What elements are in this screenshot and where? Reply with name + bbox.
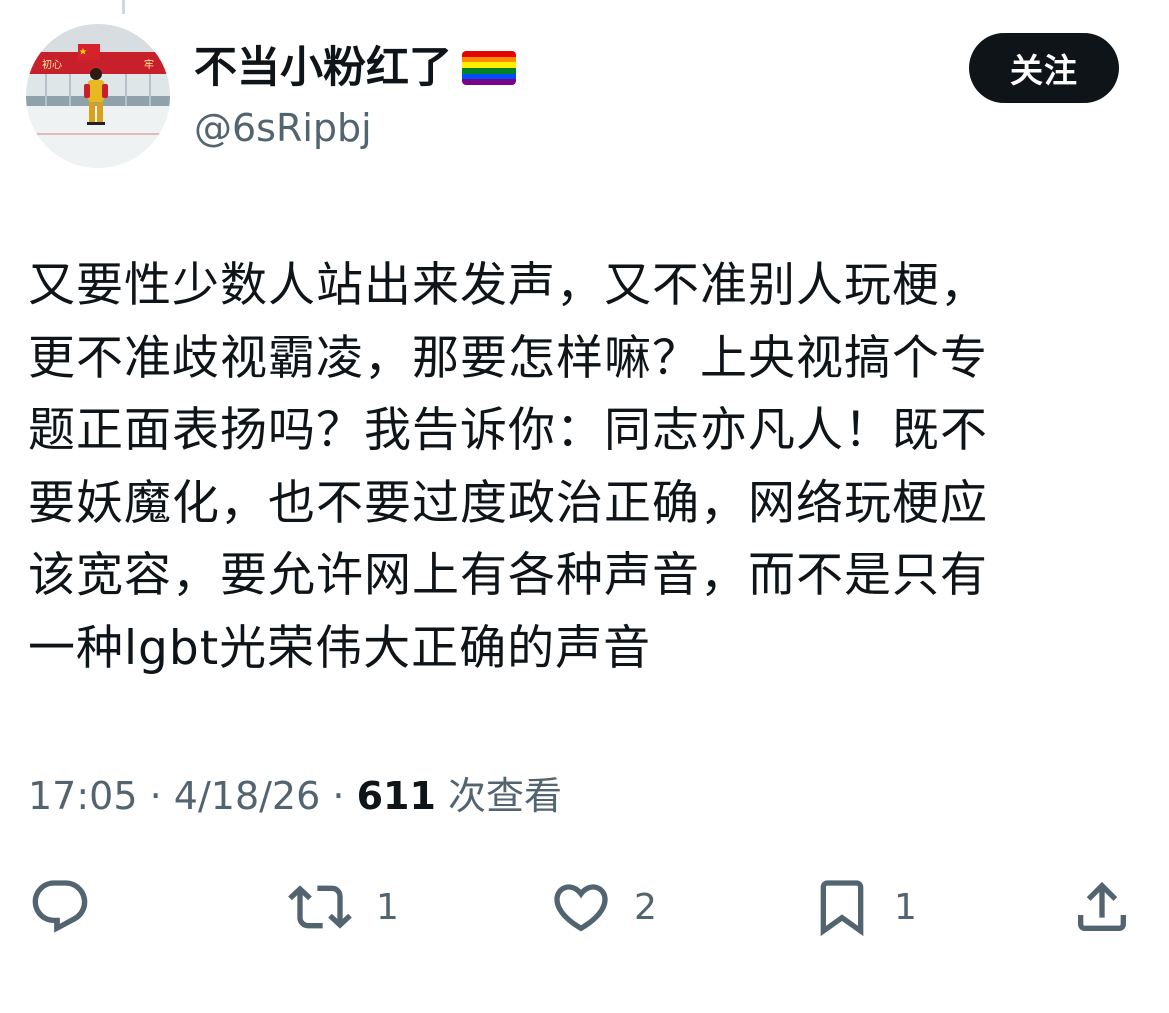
bookmark-icon — [820, 880, 864, 937]
avatar-banner-text-2: 牢 — [144, 58, 154, 71]
tweet-date[interactable]: 4/18/26 — [174, 774, 321, 818]
like-button[interactable]: 2 — [548, 872, 657, 942]
repost-button[interactable]: 1 — [284, 872, 399, 942]
avatar[interactable]: 初心 牢 — [26, 24, 170, 168]
tweet-meta: 17:05 · 4/18/26 · 611 次查看 — [28, 770, 562, 822]
reply-button[interactable] — [28, 872, 92, 942]
author-display-name-row[interactable]: 不当小粉红了 — [194, 40, 516, 96]
repost-icon — [288, 885, 352, 929]
avatar-image: 初心 牢 — [26, 24, 170, 168]
rainbow-flag-icon — [462, 51, 516, 85]
follow-button[interactable]: 关注 — [969, 33, 1119, 103]
tweet-text-line: 又要性少数人站出来发声，又不准别人玩梗， — [28, 258, 988, 313]
tweet-text-line: 题正面表扬吗？我告诉你：同志亦凡人！既不 — [28, 403, 988, 458]
like-count: 2 — [634, 886, 657, 928]
meta-separator: · — [149, 774, 162, 818]
heart-icon — [554, 884, 608, 932]
tweet-text-line: 该宽容，要允许网上有各种声音，而不是只有 — [28, 548, 988, 603]
thread-connector-line — [122, 0, 125, 14]
reply-icon — [32, 880, 88, 933]
meta-separator: · — [332, 774, 345, 818]
bookmark-count: 1 — [894, 886, 917, 928]
bookmark-button[interactable]: 1 — [810, 872, 917, 942]
author-handle[interactable]: @6sRipbj — [194, 104, 372, 152]
tweet-text-line: 一种lgbt光荣伟大正确的声音 — [28, 620, 652, 676]
author-display-name[interactable]: 不当小粉红了 — [194, 40, 452, 96]
tweet-text-line: 更不准歧视霸凌，那要怎样嘛？上央视搞个专 — [28, 330, 988, 386]
avatar-banner-text-1: 初心 — [42, 58, 62, 71]
share-button[interactable] — [1070, 872, 1134, 942]
views-label: 次查看 — [448, 774, 563, 818]
tweet-text: 又要性少数人站出来发声，又不准别人玩梗， 更不准歧视霸凌，那要怎样嘛？上央视搞个… — [28, 250, 1123, 685]
tweet-text-line: 要妖魔化，也不要过度政治正确，网络玩梗应 — [28, 475, 988, 531]
repost-count: 1 — [376, 886, 399, 928]
tweet-actions: 1 2 1 — [0, 872, 1169, 942]
share-icon — [1078, 881, 1126, 931]
views-count: 611 — [356, 774, 436, 818]
tweet-time[interactable]: 17:05 — [28, 774, 138, 818]
